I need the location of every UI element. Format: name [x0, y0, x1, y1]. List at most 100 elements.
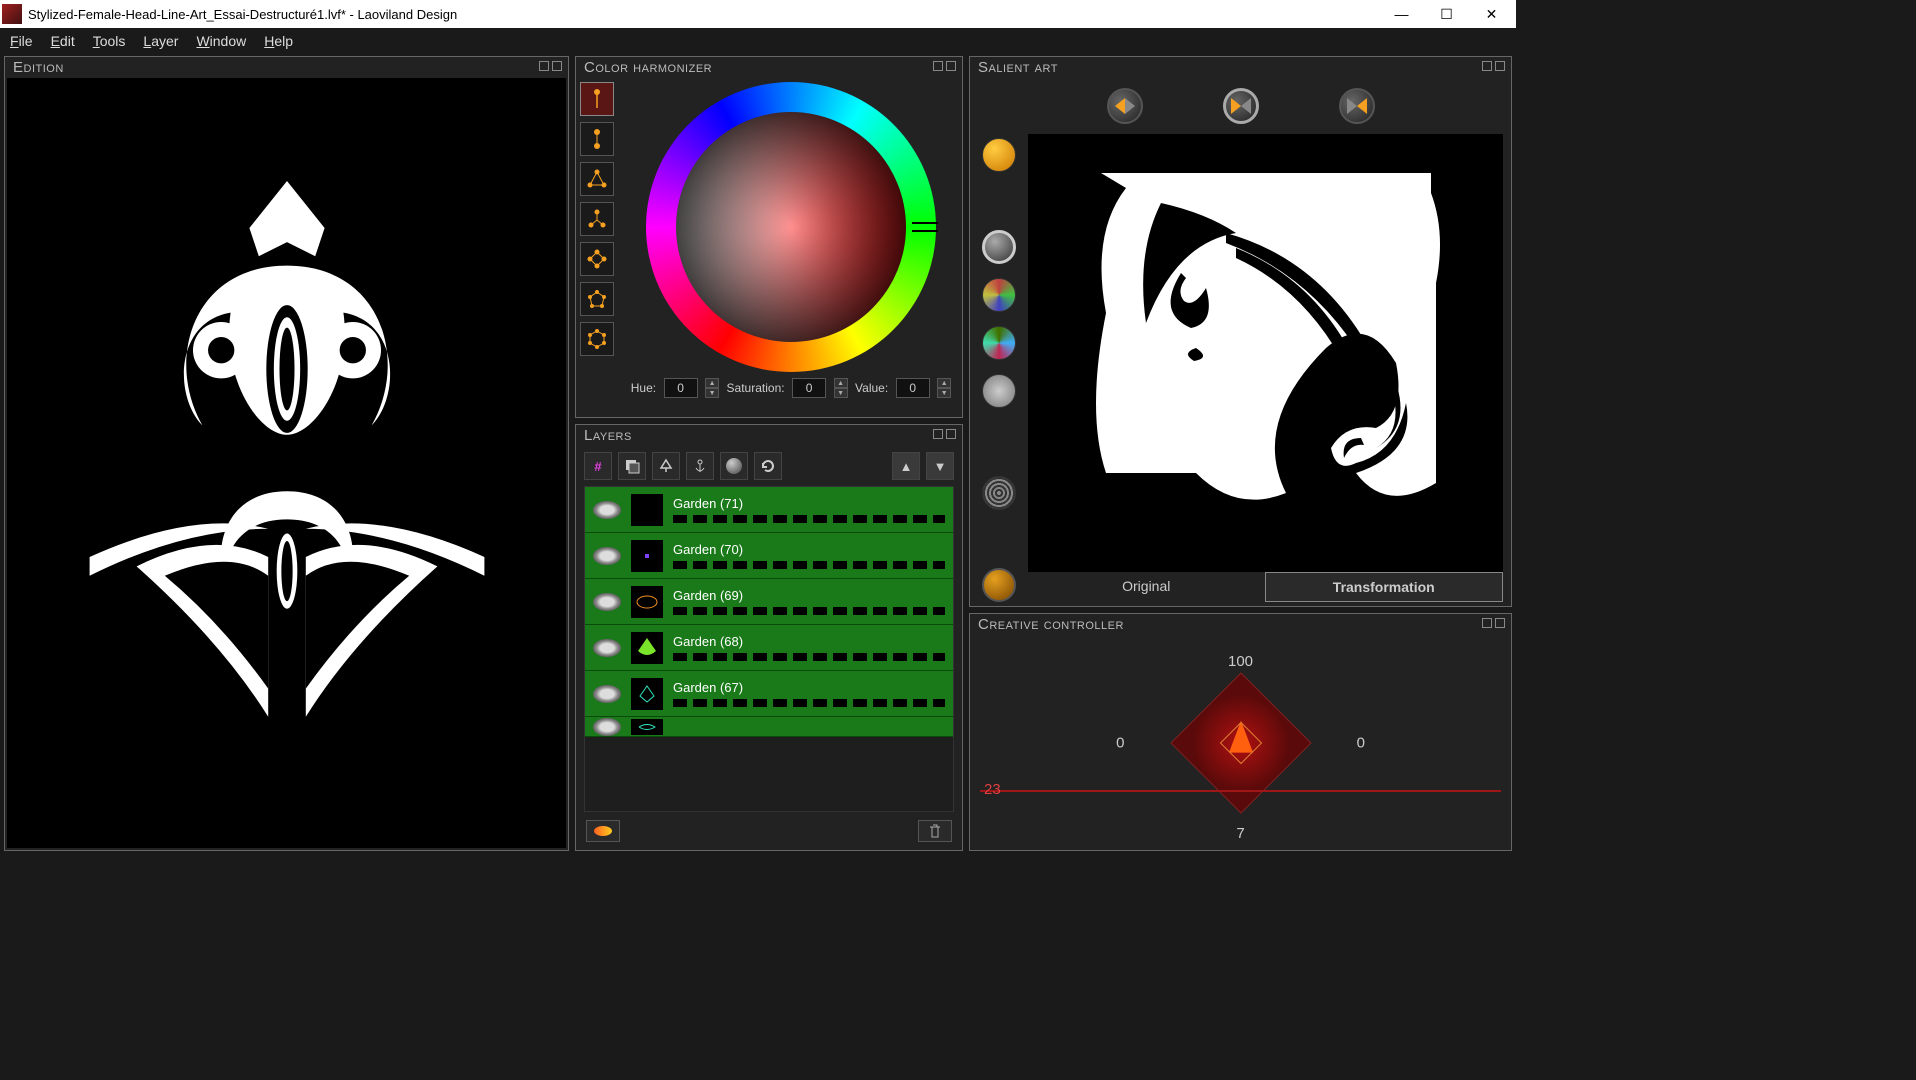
- layers-toolbar: # ▲ ▼: [576, 446, 962, 486]
- column-right: Salient art: [969, 56, 1512, 851]
- panel-float-icon[interactable]: [933, 429, 943, 439]
- layer-move-down-button[interactable]: ▼: [926, 452, 954, 480]
- panel-float-icon[interactable]: [1482, 618, 1492, 628]
- layer-color-button[interactable]: [586, 820, 620, 842]
- hsv-inputs: Hue: ▲▼ Saturation: ▲▼ Value: ▲▼: [628, 372, 954, 402]
- panel-layers: Layers # ▲ ▼ Garden (71): [575, 424, 963, 851]
- visibility-toggle-icon[interactable]: [593, 547, 621, 565]
- panel-title-salient: Salient art: [970, 57, 1511, 78]
- harmony-mode-square[interactable]: [580, 242, 614, 276]
- salient-tool-gold[interactable]: [982, 138, 1016, 172]
- layers-list[interactable]: Garden (71) Garden (70) Garden (69) Gard…: [584, 486, 954, 812]
- layer-thumbnail: [631, 632, 663, 664]
- window-titlebar: Stylized-Female-Head-Line-Art_Essai-Dest…: [0, 0, 1516, 28]
- harmony-mode-list: [580, 82, 620, 413]
- menu-tools[interactable]: Tools: [93, 33, 126, 49]
- layer-move-up-button[interactable]: ▲: [892, 452, 920, 480]
- harmony-mode-pentagon[interactable]: [580, 282, 614, 316]
- menu-layer[interactable]: Layer: [143, 33, 178, 49]
- visibility-toggle-icon[interactable]: [593, 501, 621, 519]
- panel-edition: Edition: [4, 56, 569, 851]
- visibility-toggle-icon[interactable]: [593, 639, 621, 657]
- harmony-mode-triad[interactable]: [580, 162, 614, 196]
- layer-timeline: [673, 607, 945, 615]
- menu-edit[interactable]: Edit: [51, 33, 75, 49]
- salient-canvas[interactable]: [1028, 134, 1503, 572]
- panel-close-icon[interactable]: [1495, 61, 1505, 71]
- salient-tool-rotate[interactable]: [982, 568, 1016, 602]
- menu-file[interactable]: File: [10, 33, 33, 49]
- salient-tool-cloud[interactable]: [982, 374, 1016, 408]
- panel-creative-controller: Creative controller 100 0 0 7 23: [969, 613, 1512, 851]
- hue-spinner[interactable]: ▲▼: [705, 378, 719, 398]
- salient-tool-star[interactable]: [982, 230, 1016, 264]
- salient-center-button[interactable]: [1223, 88, 1259, 124]
- panel-float-icon[interactable]: [933, 61, 943, 71]
- color-wheel[interactable]: [646, 82, 936, 372]
- tab-transformation[interactable]: Transformation: [1265, 572, 1504, 602]
- value-spinner[interactable]: ▲▼: [937, 378, 951, 398]
- panel-title-layers: Layers: [576, 425, 962, 446]
- panel-title-edition: Edition: [5, 57, 568, 78]
- panel-close-icon[interactable]: [946, 61, 956, 71]
- harmony-mode-mono[interactable]: [580, 82, 614, 116]
- saturation-spinner[interactable]: ▲▼: [834, 378, 848, 398]
- panel-title-harmonizer: Color harmonizer: [576, 57, 962, 78]
- layer-anchor-button[interactable]: [686, 452, 714, 480]
- maximize-button[interactable]: ☐: [1424, 0, 1469, 28]
- visibility-toggle-icon[interactable]: [593, 593, 621, 611]
- close-button[interactable]: ✕: [1469, 0, 1514, 28]
- layer-name: Garden (67): [673, 680, 945, 695]
- visibility-toggle-icon[interactable]: [593, 685, 621, 703]
- value-label: Value:: [855, 381, 888, 395]
- workspace: Edition: [0, 54, 1516, 855]
- layer-thumbnail: [631, 540, 663, 572]
- layer-thumbnail: [631, 586, 663, 618]
- hue-input[interactable]: [664, 378, 698, 398]
- tab-original[interactable]: Original: [1028, 572, 1265, 602]
- layer-name: Garden (71): [673, 496, 945, 511]
- visibility-toggle-icon[interactable]: [593, 718, 621, 736]
- harmony-mode-hexagon[interactable]: [580, 322, 614, 356]
- layer-timeline: [673, 653, 945, 661]
- layer-refresh-button[interactable]: [754, 452, 782, 480]
- edition-canvas[interactable]: [7, 78, 566, 848]
- panel-close-icon[interactable]: [552, 61, 562, 71]
- window-title: Stylized-Female-Head-Line-Art_Essai-Dest…: [28, 7, 1379, 22]
- layer-row[interactable]: Garden (70): [585, 533, 953, 579]
- panel-close-icon[interactable]: [1495, 618, 1505, 628]
- creative-canvas[interactable]: 100 0 0 7 23: [970, 635, 1511, 850]
- panel-float-icon[interactable]: [539, 61, 549, 71]
- menu-help[interactable]: Help: [264, 33, 293, 49]
- saturation-input[interactable]: [792, 378, 826, 398]
- value-input[interactable]: [896, 378, 930, 398]
- layer-merge-button[interactable]: [652, 452, 680, 480]
- layer-row[interactable]: [585, 717, 953, 737]
- layer-row[interactable]: Garden (71): [585, 487, 953, 533]
- panel-close-icon[interactable]: [946, 429, 956, 439]
- salient-tool-mesh[interactable]: [982, 476, 1016, 510]
- layer-thumbnail: [631, 719, 663, 735]
- creative-red-value: 23: [984, 781, 1001, 798]
- layer-fx-button[interactable]: [720, 452, 748, 480]
- minimize-button[interactable]: —: [1379, 0, 1424, 28]
- harmony-mode-split[interactable]: [580, 202, 614, 236]
- layer-row[interactable]: Garden (69): [585, 579, 953, 625]
- salient-tool-multi1[interactable]: [982, 278, 1016, 312]
- hue-marker[interactable]: [912, 222, 938, 232]
- layers-footer: [576, 812, 962, 850]
- layer-row[interactable]: Garden (67): [585, 671, 953, 717]
- salient-next-button[interactable]: [1339, 88, 1375, 124]
- salient-artwork: [1076, 173, 1456, 533]
- layer-name: Garden (70): [673, 542, 945, 557]
- layer-delete-button[interactable]: [918, 820, 952, 842]
- layer-timeline: [673, 561, 945, 569]
- layer-mode-button[interactable]: #: [584, 452, 612, 480]
- menu-window[interactable]: Window: [196, 33, 246, 49]
- layer-row[interactable]: Garden (68): [585, 625, 953, 671]
- panel-float-icon[interactable]: [1482, 61, 1492, 71]
- salient-prev-button[interactable]: [1107, 88, 1143, 124]
- salient-tool-multi2[interactable]: [982, 326, 1016, 360]
- harmony-mode-complement[interactable]: [580, 122, 614, 156]
- layer-new-button[interactable]: [618, 452, 646, 480]
